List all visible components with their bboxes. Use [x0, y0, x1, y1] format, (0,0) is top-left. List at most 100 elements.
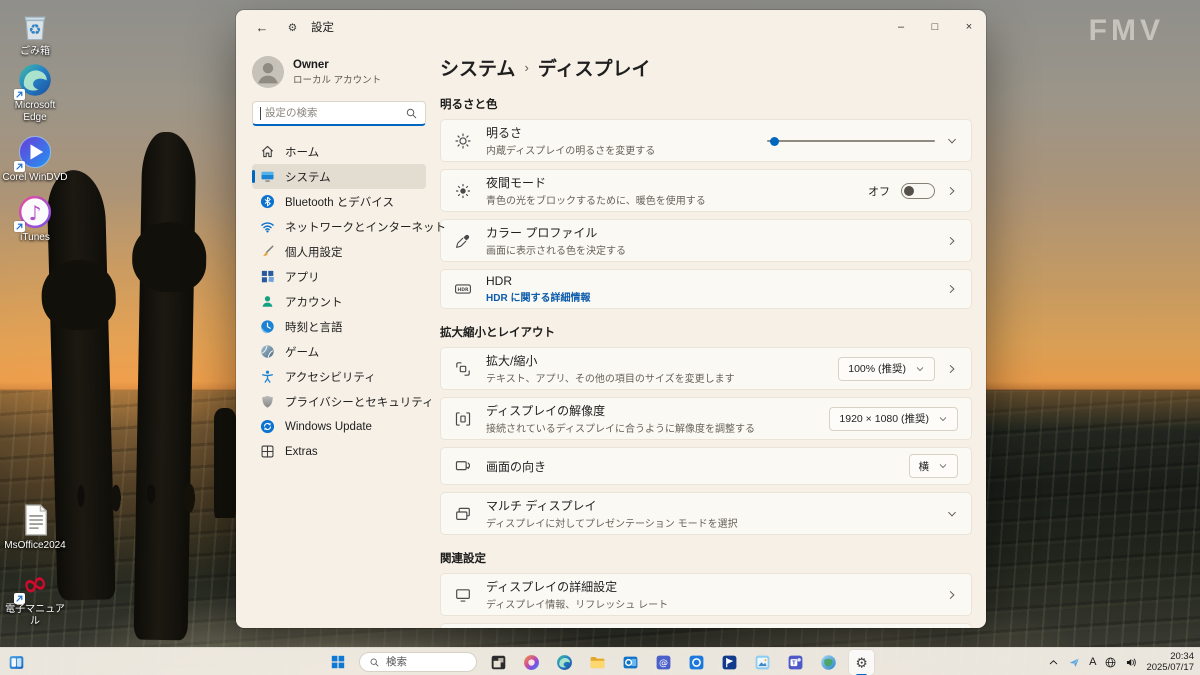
- toggle-knob: [904, 186, 914, 196]
- ime-mode-indicator[interactable]: A: [1089, 656, 1096, 668]
- desktop-icon-microsoft-edge[interactable]: Microsoft Edge: [2, 62, 68, 123]
- close-button[interactable]: ×: [952, 10, 986, 44]
- row-subtitle: 内蔵ディスプレイの明るさを変更する: [486, 142, 753, 157]
- windows-update-icon: [260, 419, 275, 434]
- task-view-icon: [490, 654, 507, 671]
- network-globe-icon[interactable]: [1104, 656, 1117, 669]
- account-row[interactable]: Owner ローカル アカウント: [252, 56, 426, 88]
- tray-date: 2025/07/17: [1146, 662, 1194, 673]
- row-title: 拡大/縮小: [486, 352, 824, 369]
- settings-row-scale[interactable]: 拡大/縮小 テキスト、アプリ、その他の項目のサイズを変更します 100% (推奨…: [440, 347, 972, 390]
- taskbar-button-movies-app[interactable]: [717, 650, 742, 675]
- card-list: ディスプレイの詳細設定 ディスプレイ情報、リフレッシュ レート グラフィック: [440, 573, 972, 628]
- brightness-icon: [454, 132, 472, 150]
- wooden-stumps: [60, 475, 235, 517]
- sidebar-item-privacy-security[interactable]: プライバシーとセキュリティ: [252, 389, 426, 414]
- settings-row-graphics[interactable]: グラフィック: [440, 623, 972, 628]
- dropdown-value: 横: [919, 459, 930, 474]
- maximize-button[interactable]: □: [918, 10, 952, 44]
- resolution-dropdown[interactable]: 1920 × 1080 (推奨): [829, 407, 958, 431]
- brightness-slider[interactable]: [767, 136, 935, 146]
- search-icon: [369, 657, 380, 668]
- scale-dropdown[interactable]: 100% (推奨): [838, 357, 935, 381]
- settings-row-hdr[interactable]: HDR HDR に関する詳細情報: [440, 269, 972, 309]
- sidebar-item-gaming[interactable]: ゲーム: [252, 339, 426, 364]
- breadcrumb-parent[interactable]: システム: [440, 54, 515, 81]
- sidebar-item-network-internet[interactable]: ネットワークとインターネット: [252, 214, 426, 239]
- settings-row-multi-display[interactable]: マルチ ディスプレイ ディスプレイに対してプレゼンテーション モードを選択: [440, 492, 972, 535]
- slider-knob[interactable]: [770, 137, 779, 146]
- titlebar[interactable]: ← 設定 – □ ×: [236, 10, 986, 44]
- sidebar-item-label: アプリ: [285, 269, 320, 285]
- recycle-bin-icon: [17, 8, 53, 44]
- taskbar-button-mail[interactable]: [651, 650, 676, 675]
- widgets-button[interactable]: [5, 651, 27, 673]
- clock[interactable]: 20:34 2025/07/17: [1146, 651, 1194, 674]
- settings-search[interactable]: [252, 101, 426, 126]
- wooden-stump: [214, 408, 236, 518]
- taskbar-button-outlook[interactable]: [618, 650, 643, 675]
- night-light-icon: [454, 182, 472, 200]
- section-title: 拡大縮小とレイアウト: [440, 324, 972, 340]
- account-name: Owner: [293, 59, 381, 71]
- tray-time: 20:34: [1146, 651, 1194, 662]
- sidebar-item-home[interactable]: ホーム: [252, 139, 426, 164]
- desktop-icon-corel-windvd[interactable]: Corel WinDVD: [2, 134, 68, 184]
- sidebar-item-system[interactable]: システム: [252, 164, 426, 189]
- sidebar-item-bluetooth-devices[interactable]: Bluetooth とデバイス: [252, 189, 426, 214]
- orientation-dropdown[interactable]: 横: [909, 454, 959, 478]
- sidebar-item-time-language[interactable]: 時刻と言語: [252, 314, 426, 339]
- card-list: 拡大/縮小 テキスト、アプリ、その他の項目のサイズを変更します 100% (推奨…: [440, 347, 972, 535]
- settings-sections: 明るさと色 明るさ 内蔵ディスプレイの明るさを変更する 夜間モード 青色の光をブ…: [440, 96, 972, 628]
- settings-row-advanced-display[interactable]: ディスプレイの詳細設定 ディスプレイ情報、リフレッシュ レート: [440, 573, 972, 616]
- chevron-down-icon: [946, 135, 958, 147]
- settings-window: ← 設定 – □ × Owner ローカル アカウント ホームシステムBluet…: [236, 10, 986, 628]
- sidebar-item-accounts[interactable]: アカウント: [252, 289, 426, 314]
- row-subtitle[interactable]: HDR に関する詳細情報: [486, 289, 932, 304]
- outlook-icon: [622, 654, 639, 671]
- sidebar-item-extras[interactable]: Extras: [252, 439, 426, 464]
- back-button[interactable]: ←: [250, 20, 274, 35]
- taskbar-button-teams[interactable]: [783, 650, 808, 675]
- taskbar-button-task-view[interactable]: [486, 650, 511, 675]
- text-caret: [260, 107, 261, 120]
- taskbar-button-settings[interactable]: [849, 650, 874, 675]
- taskbar-button-copilot[interactable]: [519, 650, 544, 675]
- settings-row-orientation[interactable]: 画面の向き 横: [440, 447, 972, 485]
- row-title: ディスプレイの詳細設定: [486, 578, 932, 595]
- settings-row-night-mode[interactable]: 夜間モード 青色の光をブロックするために、暖色を使用する オフ: [440, 169, 972, 212]
- settings-row-resolution[interactable]: ディスプレイの解像度 接続されているディスプレイに合うように解像度を調整する 1…: [440, 397, 972, 440]
- speaker-icon[interactable]: [1125, 656, 1138, 669]
- settings-row-color-profile[interactable]: カラー プロファイル 画面に表示される色を決定する: [440, 219, 972, 262]
- taskbar-button-photos-app[interactable]: [750, 650, 775, 675]
- settings-search-input[interactable]: [265, 107, 401, 119]
- taskbar-button-edge[interactable]: [552, 650, 577, 675]
- hidden-icons-chevron-icon[interactable]: [1047, 656, 1060, 669]
- taskbar-button-file-explorer[interactable]: [585, 650, 610, 675]
- desktop-icon-label: ごみ箱: [20, 46, 50, 58]
- settings-main: システム › ディスプレイ 明るさと色 明るさ 内蔵ディスプレイの明るさを変更す…: [440, 44, 986, 628]
- breadcrumb-separator-icon: ›: [524, 60, 528, 75]
- desktop-icon-denshi-manual[interactable]: 電子マニュアル: [2, 566, 68, 627]
- taskbar-search[interactable]: [359, 652, 477, 672]
- night-mode-toggle[interactable]: [901, 183, 935, 199]
- start-button[interactable]: [326, 650, 350, 674]
- taskbar-button-globe-app[interactable]: [816, 650, 841, 675]
- taskbar-button-blue-ring-app[interactable]: [684, 650, 709, 675]
- network-icon: [260, 219, 275, 234]
- desktop-icon-itunes[interactable]: iTunes: [2, 194, 68, 244]
- time-language-icon: [260, 319, 275, 334]
- sidebar-item-apps[interactable]: アプリ: [252, 264, 426, 289]
- sidebar-item-accessibility[interactable]: アクセシビリティ: [252, 364, 426, 389]
- minimize-button[interactable]: –: [884, 10, 918, 44]
- row-controls: 100% (推奨): [838, 357, 958, 381]
- dropdown-value: 1920 × 1080 (推奨): [839, 411, 929, 426]
- sidebar-item-personalization[interactable]: 個人用設定: [252, 239, 426, 264]
- desktop-icon-recycle-bin[interactable]: ごみ箱: [2, 8, 68, 58]
- desktop-icon-msoffice2024[interactable]: MsOffice2024: [2, 502, 68, 552]
- sidebar-item-windows-update[interactable]: Windows Update: [252, 414, 426, 439]
- settings-row-brightness[interactable]: 明るさ 内蔵ディスプレイの明るさを変更する: [440, 119, 972, 162]
- send-icon[interactable]: [1068, 656, 1081, 669]
- window-title: 設定: [311, 19, 334, 35]
- taskbar-search-input[interactable]: [386, 656, 466, 668]
